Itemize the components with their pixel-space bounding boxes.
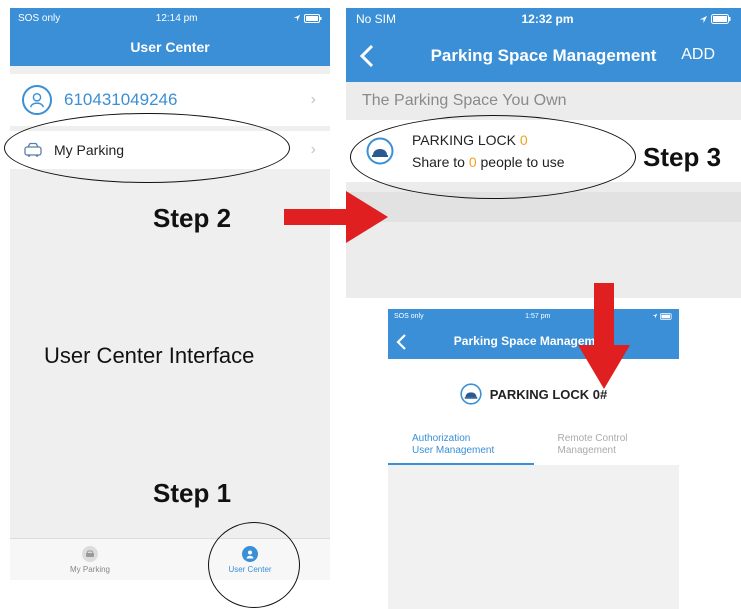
chevron-right-icon: › [310, 141, 316, 158]
parking-lock-detail-screen: SOS only 1:57 pm Parking Space Managemen… [388, 309, 679, 609]
parking-lock-icon [460, 383, 482, 405]
status-time: 12:32 pm [521, 12, 574, 26]
tab-line1: Authorization [412, 433, 471, 444]
status-bar: SOS only 1:57 pm [388, 309, 679, 323]
tab-authorization-user-management[interactable]: Authorization User Management [388, 429, 534, 465]
interface-caption: User Center Interface [44, 343, 255, 368]
highlight-ellipse-my-parking [4, 113, 290, 183]
highlight-ellipse-user-center [208, 522, 300, 608]
nav-bar: User Center [10, 28, 330, 66]
section-header: The Parking Space You Own [362, 92, 567, 109]
tab-my-parking[interactable]: My Parking [10, 539, 170, 580]
status-bar: SOS only 12:14 pm [10, 8, 330, 28]
back-chevron-icon[interactable] [354, 42, 380, 70]
tab-label: My Parking [69, 564, 110, 574]
status-bar: No SIM 12:32 pm [346, 8, 741, 30]
status-carrier: No SIM [356, 12, 397, 26]
status-time: 1:57 pm [525, 312, 551, 320]
add-button[interactable]: ADD [681, 46, 715, 64]
tab-remote-control-management[interactable]: Remote Control Management [534, 429, 680, 465]
status-carrier: SOS only [18, 12, 61, 24]
divider-band [346, 192, 741, 222]
tab-line1: Remote Control [557, 433, 628, 444]
nav-bar: Parking Space Management [388, 323, 679, 359]
car-icon [82, 545, 98, 562]
arrow-down-icon [578, 283, 630, 389]
tab-line2: Management [557, 445, 616, 456]
step3-caption: Step 3 [643, 142, 722, 172]
detail-tabs: Authorization User Management Remote Con… [388, 429, 679, 465]
step1-caption: Step 1 [153, 478, 232, 508]
battery-icon [699, 14, 731, 24]
status-time: 12:14 pm [155, 12, 198, 24]
status-carrier: SOS only [394, 312, 424, 320]
arrow-right-icon [284, 191, 388, 243]
chevron-right-icon: › [310, 91, 316, 108]
highlight-ellipse-parking-lock [350, 115, 636, 199]
nav-bar: Parking Space Management ADD [346, 30, 741, 82]
lock-header: PARKING LOCK 0# [388, 359, 679, 429]
battery-icon [652, 312, 673, 320]
back-chevron-icon[interactable] [394, 333, 410, 351]
step2-caption: Step 2 [153, 203, 232, 233]
battery-icon [293, 13, 322, 23]
user-avatar-icon [22, 85, 52, 115]
user-id: 610431049246 [64, 90, 178, 109]
page-title: User Center [130, 39, 210, 55]
page-title: Parking Space Management [430, 46, 657, 65]
tab-line2: User Management [412, 445, 495, 456]
